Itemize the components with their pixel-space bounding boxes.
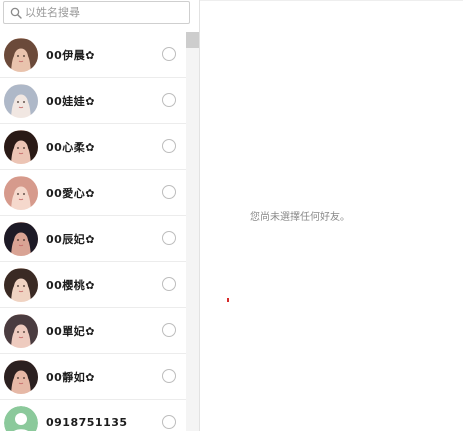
avatar	[4, 359, 38, 394]
friend-list-pane: 00伊晨✿ 00娃娃✿ 00心柔✿ 00愛心✿ 00辰妃✿ 00櫻桃✿ 00單妃✿ 00靜如✿…	[0, 0, 200, 431]
select-radio[interactable]	[162, 369, 176, 383]
contact-name: 00辰妃✿	[46, 232, 96, 246]
contact-name: 00靜如✿	[46, 370, 96, 384]
empty-selection-message: 您尚未選擇任何好友。	[250, 212, 350, 223]
contact-row[interactable]: 00櫻桃✿	[0, 262, 186, 308]
avatar	[4, 313, 38, 348]
select-radio[interactable]	[162, 231, 176, 245]
contact-name: 00單妃✿	[46, 324, 96, 338]
contact-row[interactable]: 00單妃✿	[0, 308, 186, 354]
default-avatar-icon	[4, 405, 38, 431]
contact-row[interactable]: 00心柔✿	[0, 124, 186, 170]
contact-row[interactable]: 0918751135	[0, 400, 186, 431]
avatar	[4, 129, 38, 164]
select-radio[interactable]	[162, 93, 176, 107]
contact-name: 00櫻桃✿	[46, 278, 96, 292]
contact-name: 00愛心✿	[46, 186, 96, 200]
contact-row[interactable]: 00娃娃✿	[0, 78, 186, 124]
contact-name: 0918751135	[46, 416, 128, 429]
top-divider	[200, 0, 463, 1]
friend-picker: 00伊晨✿ 00娃娃✿ 00心柔✿ 00愛心✿ 00辰妃✿ 00櫻桃✿ 00單妃✿ 00靜如✿…	[0, 0, 463, 431]
contact-name: 00娃娃✿	[46, 94, 96, 108]
select-radio[interactable]	[162, 277, 176, 291]
select-radio[interactable]	[162, 139, 176, 153]
contact-row[interactable]: 00愛心✿	[0, 170, 186, 216]
select-radio[interactable]	[162, 415, 176, 429]
avatar	[4, 83, 38, 118]
scrollbar[interactable]	[186, 32, 199, 431]
contact-row[interactable]: 00辰妃✿	[0, 216, 186, 262]
select-radio[interactable]	[162, 185, 176, 199]
avatar	[4, 175, 38, 210]
contact-row[interactable]: 00靜如✿	[0, 354, 186, 400]
selected-friends-pane: 您尚未選擇任何好友。	[200, 0, 463, 431]
search-input[interactable]	[25, 6, 175, 19]
contact-name: 00伊晨✿	[46, 48, 96, 62]
avatar	[4, 221, 38, 256]
search-box[interactable]	[3, 1, 190, 24]
search-icon	[10, 7, 22, 19]
contact-list: 00伊晨✿ 00娃娃✿ 00心柔✿ 00愛心✿ 00辰妃✿ 00櫻桃✿ 00單妃✿ 00靜如✿…	[0, 32, 186, 431]
avatar	[4, 37, 38, 72]
scrollbar-thumb[interactable]	[186, 32, 199, 48]
red-marker	[227, 298, 229, 302]
contact-name: 00心柔✿	[46, 140, 96, 154]
select-radio[interactable]	[162, 47, 176, 61]
avatar	[4, 267, 38, 302]
select-radio[interactable]	[162, 323, 176, 337]
contact-row[interactable]: 00伊晨✿	[0, 32, 186, 78]
